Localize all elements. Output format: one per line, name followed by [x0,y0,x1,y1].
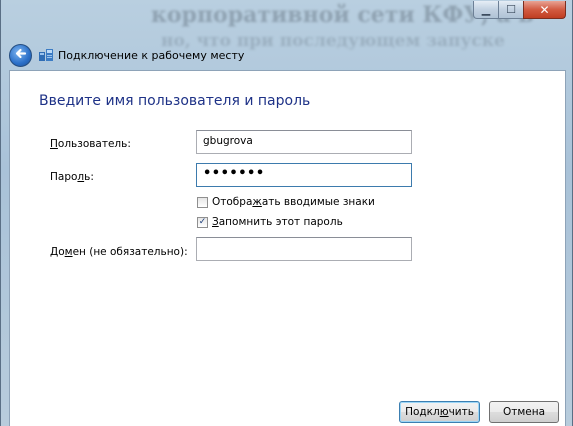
domain-label: Домен (не обязательно): [50,246,188,258]
remember-password-option[interactable]: ✓ Запомнить этот пароль [197,216,343,228]
username-value: gbugrova [203,135,253,147]
cancel-button-label: Отмена [502,406,546,418]
close-button[interactable]: ✕ [523,1,566,19]
back-button[interactable] [9,43,32,67]
minimize-button[interactable]: ▁ [473,1,499,19]
workplace-connection-icon [38,47,54,63]
password-label: Пароль: [50,171,94,183]
password-value: ••••••• [203,166,265,181]
remember-password-checkbox[interactable]: ✓ [197,216,208,228]
caption-buttons: ▁ ☐ ✕ [473,1,566,19]
username-label: Пользователь: [50,138,131,150]
connect-button-label: Подключить [405,406,474,418]
navigation-bar: Подключение к рабочему месту [9,40,564,70]
show-characters-label: Отображать вводимые знаки [212,196,375,208]
show-characters-option[interactable]: Отображать вводимые знаки [197,196,375,208]
username-field[interactable]: gbugrova [196,130,412,154]
back-arrow-icon [14,47,27,63]
maximize-button[interactable]: ☐ [498,1,524,19]
window-title: Подключение к рабочему месту [58,48,245,62]
window-frame: корпоративной сети КФУ, а в но, что при … [0,0,573,426]
close-icon: ✕ [539,2,550,17]
maximize-icon: ☐ [506,3,516,16]
show-characters-checkbox[interactable] [197,196,208,208]
password-field[interactable]: ••••••• [196,163,412,187]
connect-button[interactable]: Подключить [399,401,480,423]
cancel-button[interactable]: Отмена [489,401,559,423]
minimize-icon: ▁ [481,3,491,16]
domain-field[interactable] [196,237,412,261]
dialog-content: Введите имя пользователя и пароль Пользо… [9,70,566,426]
dialog-heading: Введите имя пользователя и пароль [39,93,311,109]
checkmark-icon: ✓ [198,216,207,227]
remember-password-label: Запомнить этот пароль [212,216,343,228]
